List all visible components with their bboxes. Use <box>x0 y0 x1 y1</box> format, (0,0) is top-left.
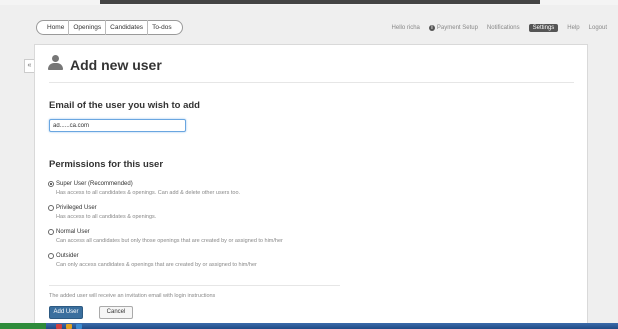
payment-setup-label: Payment Setup <box>436 24 478 31</box>
permission-label: Normal User <box>56 229 90 235</box>
start-button[interactable] <box>0 323 46 329</box>
nav-home[interactable]: Home <box>43 24 68 31</box>
taskbar-app-icon[interactable] <box>66 324 72 329</box>
permission-description: Can access all candidates but only those… <box>56 238 283 244</box>
permission-option-normal-user[interactable]: Normal User Can access all candidates bu… <box>48 229 283 244</box>
permission-label: Outsider <box>56 253 79 259</box>
settings-link[interactable]: Settings <box>528 23 559 32</box>
user-icon <box>48 55 63 70</box>
header-right-nav: Hello richa i Payment Setup Notifications… <box>383 22 607 33</box>
radio-button[interactable] <box>48 253 54 259</box>
cancel-button[interactable]: Cancel <box>99 306 133 319</box>
payment-setup-link[interactable]: i Payment Setup <box>428 24 478 31</box>
permission-option-outsider[interactable]: Outsider Can only access candidates & op… <box>48 253 257 268</box>
collapse-sidebar-button[interactable]: « <box>24 59 34 73</box>
browser-top-strip <box>0 0 618 5</box>
add-user-button[interactable]: Add User <box>49 306 83 319</box>
greeting-text: Hello richa <box>391 24 420 31</box>
permission-description: Has access to all candidates & openings.… <box>56 190 241 196</box>
permissions-heading: Permissions for this user <box>49 159 164 170</box>
logout-link[interactable]: Logout <box>589 25 607 31</box>
invitation-note: The added user will receive an invitatio… <box>49 293 216 299</box>
page-title: Add new user <box>70 57 162 73</box>
divider <box>49 285 340 286</box>
permission-option-privileged-user[interactable]: Privileged User Has access to all candid… <box>48 205 156 220</box>
permission-option-super-user[interactable]: Super User (Recommended) Has access to a… <box>48 181 240 196</box>
radio-button[interactable] <box>48 229 54 235</box>
taskbar-app-icon[interactable] <box>56 324 62 329</box>
radio-button[interactable] <box>48 181 54 187</box>
nav-openings[interactable]: Openings <box>69 24 105 31</box>
email-input[interactable] <box>49 119 186 132</box>
permission-label: Super User (Recommended) <box>56 181 133 187</box>
add-user-card: Add new user Email of the user you wish … <box>34 44 588 329</box>
taskbar-app-icon[interactable] <box>76 324 82 329</box>
permission-description: Can only access candidates & openings th… <box>56 262 257 268</box>
radio-button[interactable] <box>48 205 54 211</box>
os-taskbar <box>0 323 618 329</box>
nav-todos[interactable]: To-dos <box>148 24 176 31</box>
help-link[interactable]: Help <box>567 25 579 31</box>
permission-label: Privileged User <box>56 205 97 211</box>
permission-description: Has access to all candidates & openings. <box>56 214 157 220</box>
main-nav: Home Openings Candidates To-dos <box>36 20 183 35</box>
nav-candidates[interactable]: Candidates <box>106 24 147 31</box>
divider <box>49 82 574 83</box>
email-section-heading: Email of the user you wish to add <box>49 100 200 111</box>
browser-top-bar <box>100 0 540 4</box>
notifications-link[interactable]: Notifications <box>487 25 520 31</box>
info-icon: i <box>428 24 435 31</box>
